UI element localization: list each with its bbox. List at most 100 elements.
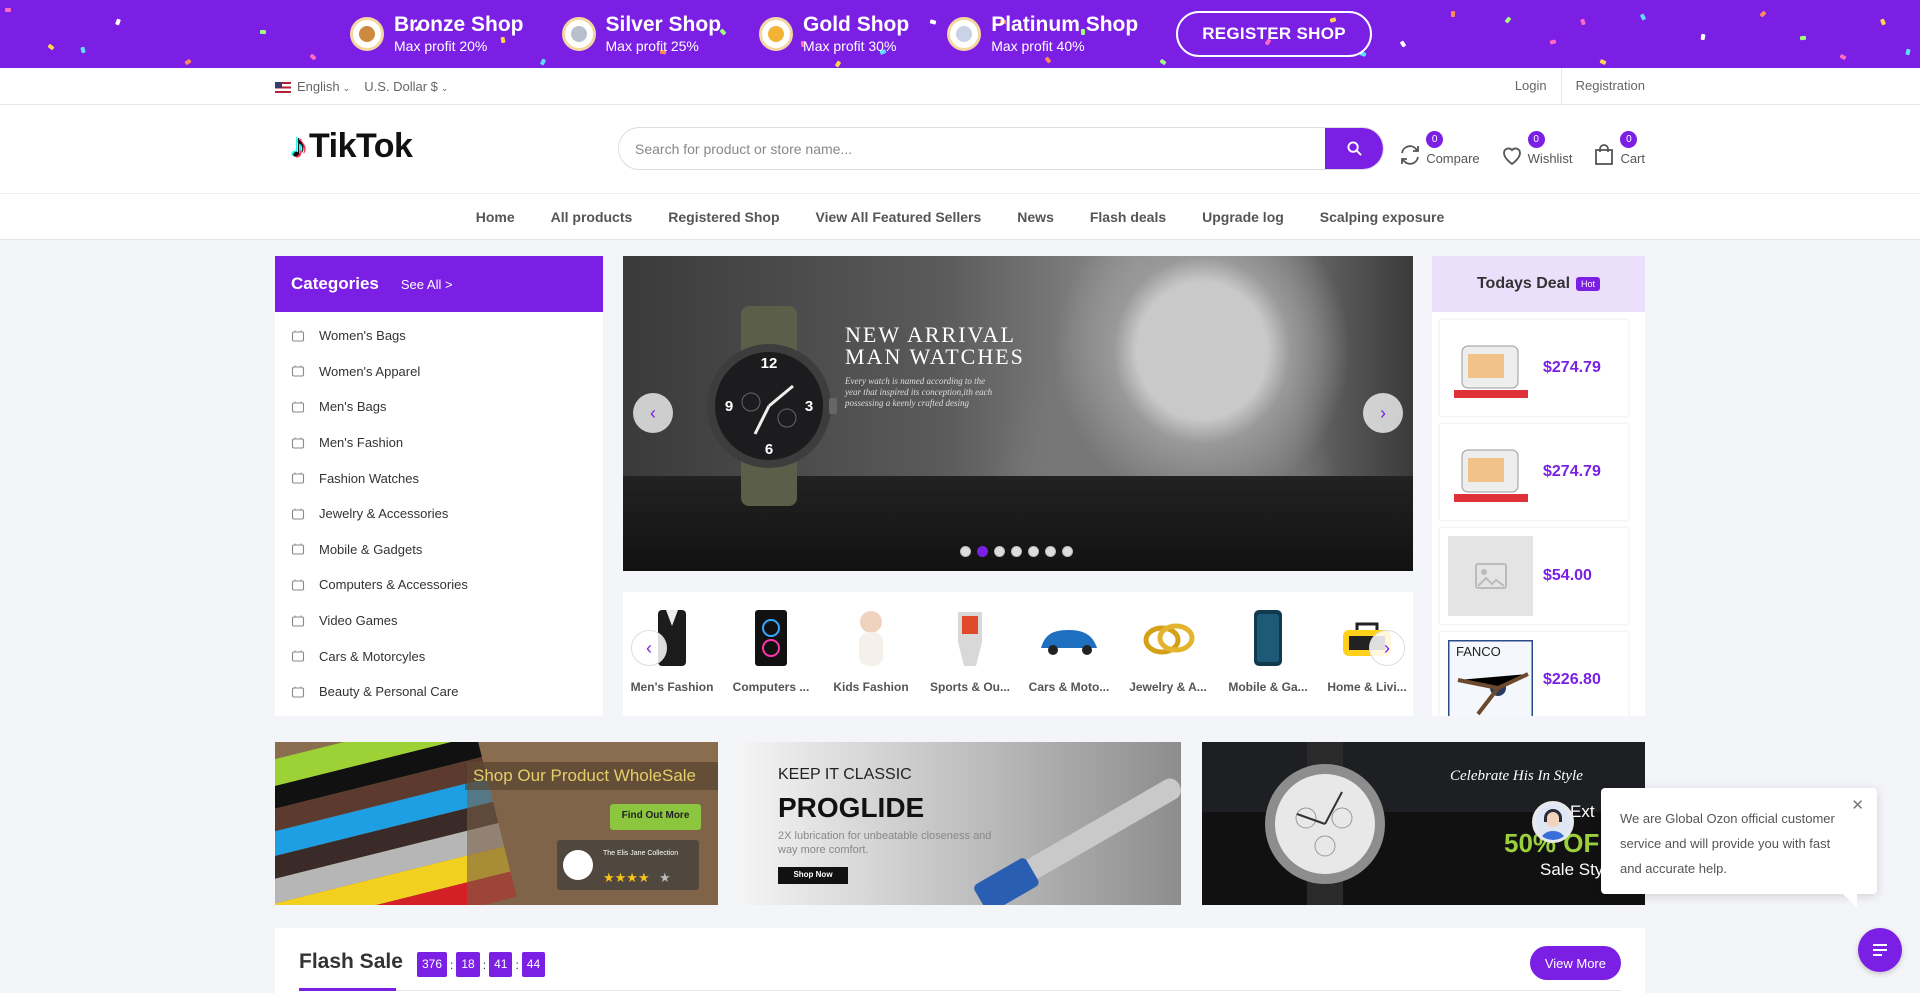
close-icon[interactable]: ✕ (1851, 796, 1864, 814)
carousel-category-item[interactable]: Kids Fashion (826, 606, 916, 694)
nav-item[interactable]: Flash deals (1090, 209, 1166, 225)
nav-item[interactable]: View All Featured Sellers (816, 209, 982, 225)
category-item[interactable]: Men's Bags (275, 389, 603, 425)
carousel-next-button[interactable]: › (1369, 630, 1405, 666)
nav-item[interactable]: Registered Shop (668, 209, 779, 225)
confetti-piece (1839, 53, 1847, 61)
registration-link[interactable]: Registration (1560, 68, 1645, 104)
search-button[interactable] (1325, 128, 1383, 169)
nav-item[interactable]: Scalping exposure (1320, 209, 1444, 225)
chat-popup-tail (1843, 894, 1857, 908)
bottle-icon (291, 686, 305, 698)
category-item[interactable]: Men's Fashion (275, 425, 603, 461)
proglide-banner[interactable]: KEEP IT CLASSIC PROGLIDE 2X lubrication … (738, 742, 1181, 905)
category-item[interactable]: Women's Apparel (275, 354, 603, 390)
categories-title: Categories (291, 274, 379, 293)
wishlist-button[interactable]: 0 Wishlist (1500, 131, 1572, 167)
slider-prev-button[interactable]: ‹ (633, 393, 673, 433)
category-item[interactable]: Computers & Accessories (275, 567, 603, 603)
carousel-category-label: Men's Fashion (630, 680, 714, 694)
category-item[interactable]: Mobile & Gadgets (275, 532, 603, 568)
nav-item[interactable]: Home (476, 209, 515, 225)
carousel-category-item[interactable]: Sports & Ou... (925, 606, 1015, 694)
carousel-prev-button[interactable]: ‹ (631, 630, 667, 666)
find-out-more-button[interactable]: Find Out More (614, 810, 697, 821)
svg-text:★★★★: ★★★★ (603, 870, 650, 885)
carousel-category-item[interactable]: Cars & Moto... (1024, 606, 1114, 694)
categories-header: Categories See All > (275, 256, 603, 312)
deal-price: $226.80 (1543, 671, 1601, 688)
register-shop-button[interactable]: REGISTER SHOP (1176, 11, 1372, 57)
slider-dot[interactable] (960, 546, 971, 557)
category-item[interactable]: Video Games (275, 603, 603, 639)
timer-seconds: 44 (521, 952, 546, 977)
svg-text:3: 3 (805, 398, 813, 415)
nav-item[interactable]: News (1017, 209, 1054, 225)
confetti-piece (1879, 18, 1887, 26)
watch-icon (291, 472, 305, 484)
flash-sale-section: Flash Sale 376: 18: 41: 44 View More (275, 928, 1645, 993)
shop-tier[interactable]: Bronze Shop Max profit 20% (350, 13, 524, 55)
tier-name: Silver Shop (605, 13, 722, 36)
slider-dot[interactable] (1028, 546, 1039, 557)
tier-profit: Max profit 40% (991, 38, 1085, 54)
site-logo[interactable]: ♪ TikTok (290, 127, 413, 166)
category-item[interactable]: Jewelry & Accessories (275, 496, 603, 532)
carousel-category-label: Jewelry & A... (1129, 680, 1207, 694)
slider-dot[interactable] (1011, 546, 1022, 557)
language-selector[interactable]: English ⌄ (275, 79, 350, 94)
deal-item[interactable]: $54.00 (1440, 528, 1628, 624)
confetti-piece (1504, 16, 1512, 24)
search-input[interactable] (619, 140, 1325, 157)
category-item[interactable]: Beauty & Personal Care (275, 674, 603, 710)
deal-item[interactable]: FANCO $226.80 (1440, 632, 1628, 716)
chevron-right-icon: › (1380, 402, 1386, 423)
shop-tier[interactable]: Silver Shop Max profit 25% (561, 13, 722, 55)
confetti-piece (309, 53, 317, 61)
compare-button[interactable]: 0 Compare (1398, 131, 1480, 167)
chat-toggle-button[interactable] (1858, 928, 1902, 972)
category-label: Jewelry & Accessories (319, 506, 449, 522)
shop-tier[interactable]: Gold Shop Max profit 30% (759, 13, 909, 55)
carousel-category-label: Kids Fashion (833, 680, 909, 694)
slider-dot[interactable] (1062, 546, 1073, 557)
shop-now-button[interactable]: Shop Now (778, 870, 848, 879)
tier-name: Gold Shop (803, 13, 910, 36)
tier-name: Platinum Shop (991, 13, 1139, 36)
currency-selector[interactable]: U.S. Dollar $ ⌄ (364, 79, 448, 94)
slider-next-button[interactable]: › (1363, 393, 1403, 433)
carousel-category-item[interactable]: Computers ... (726, 606, 816, 694)
category-item[interactable]: Women's Bags (275, 318, 603, 354)
category-item[interactable]: Fashion Watches (275, 460, 603, 496)
login-link[interactable]: Login (1501, 68, 1561, 104)
category-label: Computers & Accessories (319, 577, 468, 593)
slider-dot[interactable] (977, 546, 988, 557)
support-agent-avatar[interactable] (1532, 801, 1574, 843)
slider-dot[interactable] (1045, 546, 1056, 557)
wholesale-banner[interactable]: ★★★★ ★ Shop Our Product WholeSale Find Ou… (275, 742, 718, 905)
category-label: Video Games (319, 613, 398, 629)
deal-item[interactable]: $274.79 (1440, 424, 1628, 520)
tiktok-note-icon: ♪ (290, 127, 307, 165)
carousel-category-item[interactable]: Jewelry & A... (1123, 606, 1213, 694)
shirt-icon (291, 437, 305, 449)
nav-item[interactable]: Upgrade log (1202, 209, 1284, 225)
deal-item[interactable]: $274.79 (1440, 320, 1628, 416)
see-all-link[interactable]: See All > (401, 277, 453, 292)
carousel-category-item[interactable]: Mobile & Ga... (1223, 606, 1313, 694)
medal-icon (947, 17, 982, 51)
cart-button[interactable]: 0 Cart (1592, 131, 1645, 167)
shop-tier[interactable]: Platinum Shop Max profit 40% (947, 13, 1138, 55)
category-item[interactable]: Cars & Motorcyles (275, 638, 603, 674)
slider-dot[interactable] (994, 546, 1005, 557)
deal-thumbnail (1448, 536, 1533, 616)
confetti-piece (259, 29, 267, 35)
monitor-icon (291, 579, 305, 591)
medal-icon (350, 17, 384, 51)
compare-label: Compare (1426, 151, 1480, 166)
view-more-button[interactable]: View More (1529, 946, 1621, 980)
confetti-piece (47, 43, 55, 51)
nav-item[interactable]: All products (551, 209, 633, 225)
category-label: Men's Fashion (319, 435, 404, 451)
watch-sale-banner[interactable]: Celebrate His In Style Ext 50% OF Sale S… (1202, 742, 1645, 905)
